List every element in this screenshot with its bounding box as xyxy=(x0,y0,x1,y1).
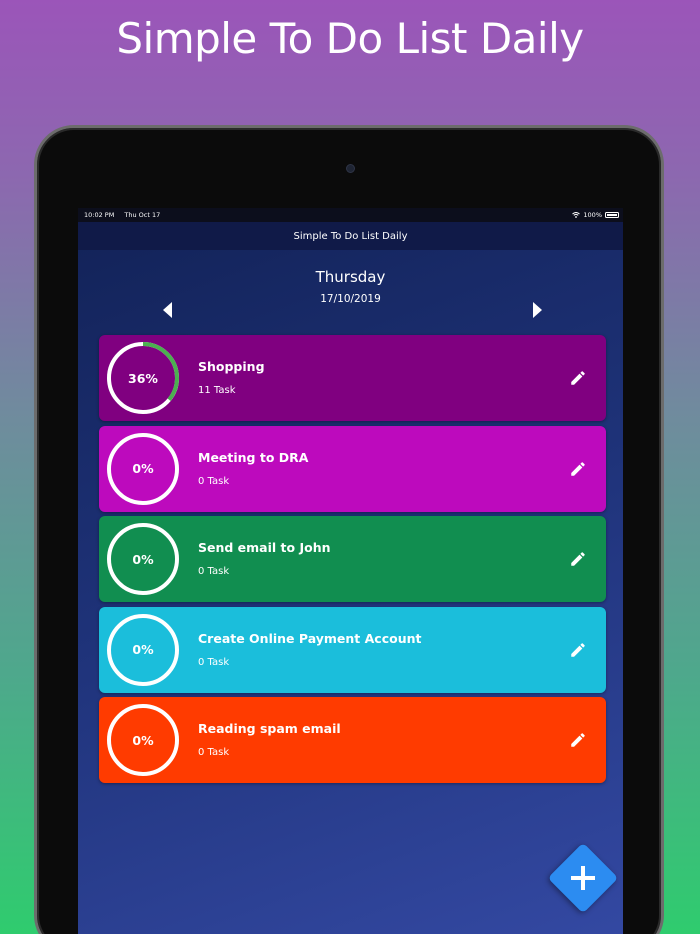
task-count: 0 Task xyxy=(198,747,230,758)
progress-percent: 0% xyxy=(132,461,154,476)
progress-percent: 0% xyxy=(132,732,154,748)
pencil-icon[interactable] xyxy=(569,731,587,749)
status-bar: 10:02 PM Thu Oct 17 100% xyxy=(78,208,623,222)
battery-percent: 100% xyxy=(583,211,602,219)
progress-percent: 0% xyxy=(132,642,154,657)
app-screen: 10:02 PM Thu Oct 17 100% Simple To Do Li… xyxy=(78,208,623,934)
task-title: Meeting to DRA xyxy=(198,449,309,465)
progress-percent: 36% xyxy=(128,370,158,386)
promo-title: Simple To Do List Daily xyxy=(116,14,584,63)
wifi-icon xyxy=(572,212,581,218)
plus-icon[interactable] xyxy=(568,863,598,893)
tablet-device-frame: 10:02 PM Thu Oct 17 100% Simple To Do Li… xyxy=(34,125,664,934)
task-card[interactable]: 0% Send email to John 0 Task xyxy=(99,516,606,602)
status-left: 10:02 PM Thu Oct 17 xyxy=(84,211,168,219)
status-time: 10:02 PM xyxy=(84,211,115,219)
task-card[interactable]: 0% Reading spam email 0 Task xyxy=(99,697,606,783)
task-title: Send email to John xyxy=(198,540,331,555)
task-card[interactable]: 36% Shopping 11 Task xyxy=(99,335,606,421)
pencil-icon[interactable] xyxy=(569,641,587,659)
pencil-icon[interactable] xyxy=(569,369,587,387)
task-count: 0 Task xyxy=(198,475,230,487)
nav-bar: Simple To Do List Daily xyxy=(78,222,623,250)
task-count: 0 Task xyxy=(198,656,230,668)
triangle-left-icon[interactable] xyxy=(163,302,172,318)
triangle-right-icon[interactable] xyxy=(533,302,542,318)
progress-percent: 0% xyxy=(132,551,154,567)
status-date: Thu Oct 17 xyxy=(124,211,161,219)
pencil-icon[interactable] xyxy=(569,550,587,568)
task-list: 36% Shopping 11 Task 0% Meeting to DRA 0… xyxy=(99,335,606,788)
battery-icon xyxy=(605,212,619,218)
status-right: 100% xyxy=(572,211,619,219)
task-title: Shopping xyxy=(198,359,265,374)
task-card[interactable]: 0% Create Online Payment Account 0 Task xyxy=(99,606,606,693)
camera-icon xyxy=(346,164,355,173)
pencil-icon[interactable] xyxy=(569,460,587,478)
nav-title: Simple To Do List Daily xyxy=(293,230,408,242)
task-card[interactable]: 0% Meeting to DRA 0 Task xyxy=(99,425,606,512)
task-count: 11 Task xyxy=(198,385,236,396)
task-title: Create Online Payment Account xyxy=(198,630,422,646)
task-title: Reading spam email xyxy=(198,721,341,736)
day-name: Thursday xyxy=(315,268,386,286)
task-count: 0 Task xyxy=(198,566,230,577)
